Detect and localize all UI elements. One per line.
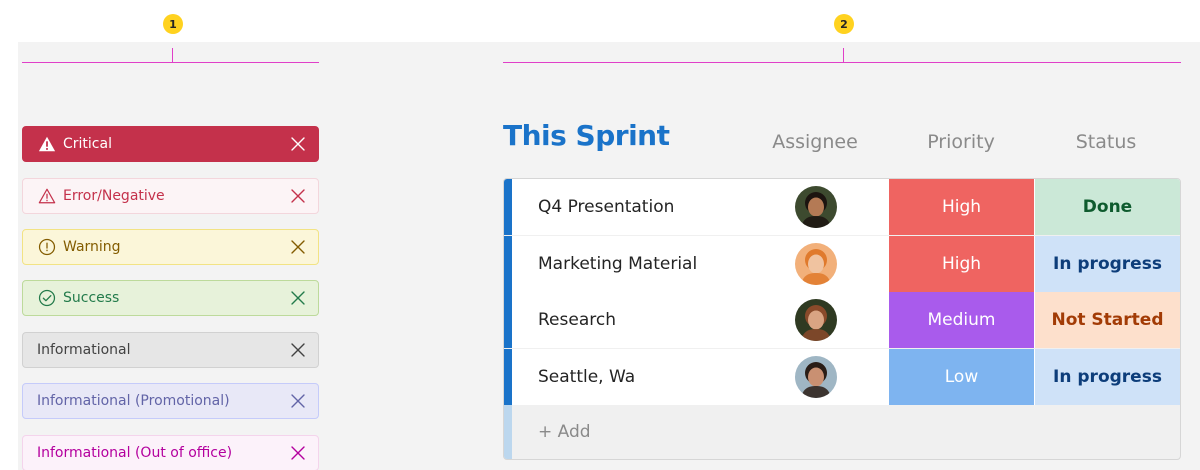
notification-bar-4: Success [22,280,319,316]
warning-filled-icon [37,134,57,154]
row-accent [504,292,512,348]
notification-bar-2: Error/Negative [22,178,319,214]
close-icon[interactable] [288,186,308,206]
task-board: Q4 Presentation High Done Marketing Mate… [503,178,1181,460]
item-name: Seattle, Wa [538,367,636,387]
notification-bar-3: Warning [22,229,319,265]
priority-cell[interactable]: High [889,236,1034,292]
guide-tick-1 [172,48,173,62]
row-accent [504,236,512,292]
row-accent [504,179,512,235]
priority-cell[interactable]: High [889,179,1034,235]
add-item-button[interactable]: + Add [538,405,591,459]
notification-label: Informational (Out of office) [37,445,233,461]
annotation-marker-1: 1 [163,14,183,34]
checkmark-circle-icon [37,288,57,308]
warning-outline-icon [37,186,57,206]
close-icon[interactable] [288,340,308,360]
status-cell[interactable]: In progress [1035,236,1180,292]
notification-label: Error/Negative [63,188,165,204]
item-name: Marketing Material [538,254,698,274]
row-accent [504,349,512,405]
assignee-avatar[interactable] [795,186,837,228]
assignee-avatar[interactable] [795,243,837,285]
close-icon[interactable] [288,134,308,154]
column-header-status: Status [1075,131,1137,153]
notification-bar-1: Critical [22,126,319,162]
notification-bar-5: Informational [22,332,319,368]
assignee-avatar[interactable] [795,299,837,341]
column-header-assignee: Assignee [772,131,858,153]
board-title: This Sprint [503,119,670,152]
board-row[interactable]: Research Medium Not Started [504,292,1180,348]
notification-label: Informational (Promotional) [37,393,230,409]
close-icon[interactable] [288,391,308,411]
guide-line-2 [503,62,1181,63]
item-name: Q4 Presentation [538,197,675,217]
exclamation-circle-icon [37,237,57,257]
guide-tick-2 [843,48,844,62]
priority-cell[interactable]: Low [889,349,1034,405]
status-cell[interactable]: Done [1035,179,1180,235]
annotation-marker-2: 2 [834,14,854,34]
add-item-row[interactable]: + Add [504,405,1180,459]
close-icon[interactable] [288,288,308,308]
assignee-avatar[interactable] [795,356,837,398]
close-icon[interactable] [288,237,308,257]
notification-label: Informational [37,342,131,358]
notification-bar-7: Informational (Out of office) [22,435,319,470]
column-header-priority: Priority [927,131,995,153]
item-name: Research [538,310,616,330]
notification-label: Warning [63,239,121,255]
notification-label: Critical [63,136,112,152]
status-cell[interactable]: In progress [1035,349,1180,405]
status-cell[interactable]: Not Started [1035,292,1180,348]
guide-line-1 [22,62,319,63]
board-row[interactable]: Marketing Material High In progress [504,236,1180,292]
notification-bar-6: Informational (Promotional) [22,383,319,419]
board-row[interactable]: Seattle, Wa Low In progress [504,349,1180,405]
priority-cell[interactable]: Medium [889,292,1034,348]
board-row[interactable]: Q4 Presentation High Done [504,179,1180,235]
close-icon[interactable] [288,443,308,463]
notification-label: Success [63,290,120,306]
add-row-accent [504,405,512,459]
